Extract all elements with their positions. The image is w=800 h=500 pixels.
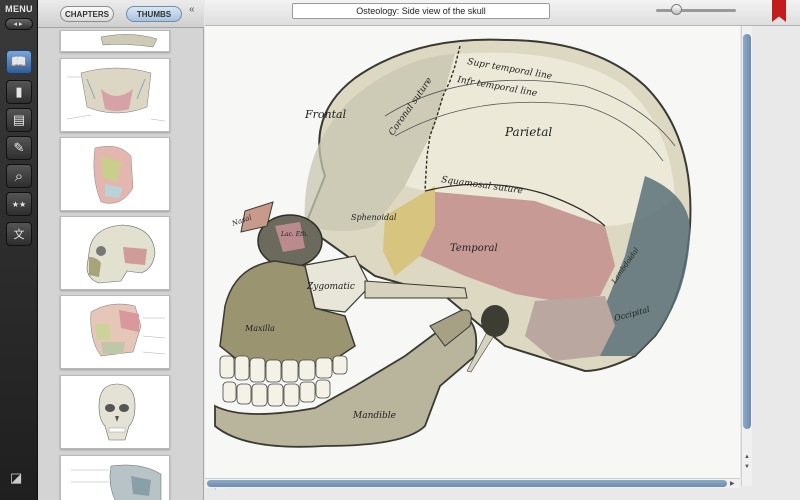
document-icon[interactable]: ▤ xyxy=(6,108,32,132)
label-zygomatic: Zygomatic xyxy=(306,282,355,292)
stars-icon[interactable]: ★★ xyxy=(6,192,32,216)
scroll-up-icon[interactable]: ▲ xyxy=(744,454,750,460)
horizontal-scrollbar[interactable]: ▶ xyxy=(205,478,740,488)
label-maxilla: Maxilla xyxy=(244,324,275,333)
thumbnail-skull-base xyxy=(100,34,158,48)
thumbnail-skull-underside xyxy=(66,67,166,122)
label-mandible: Mandible xyxy=(352,411,396,421)
bookmark-icon[interactable]: ▮ xyxy=(6,80,32,104)
thumbs-button[interactable]: THUMBS xyxy=(126,6,182,22)
thumbnail-skull-side xyxy=(86,224,156,284)
vertical-scroll-thumb[interactable] xyxy=(743,34,751,429)
page-view: Frontal Coronal suture Supr temporal lin… xyxy=(205,26,740,486)
thumbnail-list xyxy=(38,30,178,500)
thumbnail-skull-section xyxy=(71,464,162,500)
thumbnail-item[interactable] xyxy=(60,295,170,369)
thumbnail-skull-front xyxy=(98,383,136,441)
thumbnail-item[interactable] xyxy=(60,137,170,211)
thumbnail-item[interactable] xyxy=(60,58,170,132)
label-temporal: Temporal xyxy=(450,243,498,254)
scroll-down-icon[interactable]: ▼ xyxy=(744,464,750,470)
skull-illustration: Frontal Coronal suture Supr temporal lin… xyxy=(214,38,692,448)
label-sphenoidal: Sphenoidal xyxy=(351,213,397,222)
label-lachrymal: Lac. Eth. xyxy=(280,231,308,238)
menu-bar: MENU ◂▸ 📖 ▮ ▤ ✎ ⌕ ★★ 文 ◪ xyxy=(0,0,38,500)
menu-label: MENU xyxy=(5,4,33,14)
thumbnail-item[interactable] xyxy=(60,30,170,52)
zoom-slider-knob[interactable] xyxy=(670,4,682,15)
page-title: Osteology: Side view of the skull xyxy=(292,3,550,19)
external-auditory-meatus xyxy=(481,305,509,337)
viewer-toolbar: Osteology: Side view of the skull xyxy=(205,0,800,26)
vertical-scrollbar[interactable]: ▲ ▼ xyxy=(741,26,752,486)
thumbnail-item[interactable] xyxy=(60,455,170,500)
menu-toggle-button[interactable]: ◂▸ xyxy=(5,18,33,30)
pencil-icon[interactable]: ✎ xyxy=(6,136,32,160)
collapse-panel-icon[interactable]: « xyxy=(189,4,195,15)
thumbnail-skull-regions xyxy=(90,303,166,357)
thumbnail-item[interactable] xyxy=(60,375,170,449)
resize-corner-icon[interactable]: ◪ xyxy=(10,470,22,486)
label-frontal: Frontal xyxy=(304,108,347,121)
label-parietal: Parietal xyxy=(504,125,552,139)
chapters-button[interactable]: CHAPTERS xyxy=(60,6,114,22)
thumbnail-item[interactable] xyxy=(60,216,170,290)
lower-teeth xyxy=(222,379,331,407)
scroll-right-icon[interactable]: ▶ xyxy=(730,480,735,487)
horizontal-scroll-thumb[interactable] xyxy=(207,480,727,487)
panel-header: CHAPTERS THUMBS « xyxy=(38,0,204,28)
translate-icon[interactable]: 文 xyxy=(6,222,32,246)
book-icon[interactable]: 📖 xyxy=(6,50,32,74)
search-icon[interactable]: ⌕ xyxy=(6,164,32,188)
thumbnail-panel: CHAPTERS THUMBS « xyxy=(38,0,225,500)
zoom-slider-track[interactable] xyxy=(656,9,736,12)
thumbnail-face-muscles xyxy=(93,146,134,204)
bookmark-ribbon-icon[interactable] xyxy=(772,0,786,22)
